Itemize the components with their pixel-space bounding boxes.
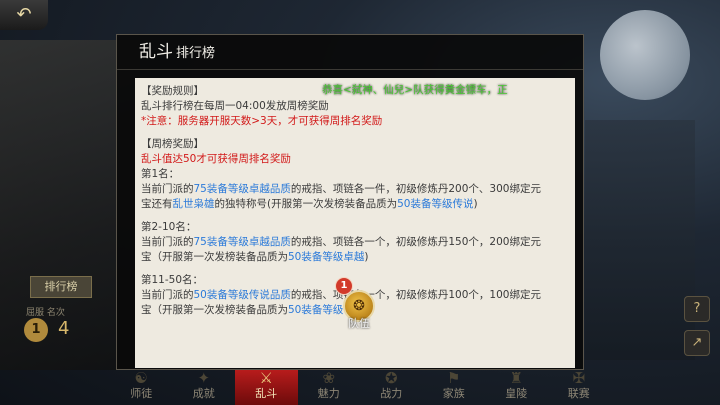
background-moon xyxy=(600,10,690,100)
rank1-line2: 宝还有乱世枭雄的独特称号(开服第一次发榜装备品质为50装备等级传说) xyxy=(141,198,478,210)
nav-tab-brawl[interactable]: ⚔ 乱斗 xyxy=(235,370,298,405)
rank-header: 屈服 名次 xyxy=(26,308,65,318)
dialog-header: 乱斗 排行榜 xyxy=(117,35,583,70)
dialog-subtitle: 排行榜 xyxy=(176,46,216,61)
clan-icon: ⚑ xyxy=(447,369,461,387)
rules-note: *注意：服务器开服天数>3天，才可获得周排名奖励 xyxy=(141,115,383,127)
rank1-title: 第1名： xyxy=(141,168,180,180)
team-notification-badge: 1 xyxy=(335,277,353,295)
share-button[interactable]: ↗ xyxy=(684,330,710,356)
bottom-nav: ☯ 师徒 ✦ 成就 ⚔ 乱斗 ❀ 魅力 ✪ 战力 ⚑ 家族 ♜ 皇陵 ✠ 联赛 xyxy=(110,370,610,405)
nav-tab-tomb[interactable]: ♜ 皇陵 xyxy=(485,370,548,405)
help-icon: ? xyxy=(693,301,701,316)
nav-tab-master[interactable]: ☯ 师徒 xyxy=(110,370,173,405)
master-icon: ☯ xyxy=(134,369,148,387)
weekly-requirement: 乱斗值达50才可获得周排名奖励 xyxy=(141,153,291,165)
weekly-section-heading: 【周榜奖励】 xyxy=(141,138,204,150)
nav-tab-achievement[interactable]: ✦ 成就 xyxy=(173,370,236,405)
broadcast-message: 恭喜<弑神、仙兒>队获得黄金镖车，正 xyxy=(322,84,508,96)
background-hero-figure xyxy=(585,120,695,360)
nav-tab-power[interactable]: ✪ 战力 xyxy=(360,370,423,405)
rank1-line1: 当前门派的75装备等级卓越品质的戒指、项链各一件，初级修炼丹200个、300绑定… xyxy=(141,183,541,195)
team-paw-icon: ❂ xyxy=(353,298,365,314)
power-icon: ✪ xyxy=(384,369,398,387)
nav-tab-league[interactable]: ✠ 联赛 xyxy=(548,370,611,405)
rank-medal-icon: 1 xyxy=(24,318,48,342)
rank3-title: 第11-50名： xyxy=(141,274,204,286)
rank2-line1: 当前门派的75装备等级卓越品质的戒指、项链各一个，初级修炼丹150个，200绑定… xyxy=(141,236,541,248)
team-label: 队伍 xyxy=(348,317,370,330)
back-button[interactable]: ↶ xyxy=(0,0,48,30)
tomb-icon: ♜ xyxy=(509,369,523,387)
brawl-icon: ⚔ xyxy=(259,369,273,387)
back-arrow-icon: ↶ xyxy=(16,4,32,25)
ranking-tab-button[interactable]: 排行榜 xyxy=(30,276,92,298)
rules-text: 乱斗排行榜在每周一04:00发放周榜奖励 xyxy=(141,100,329,112)
rank2-line2: 宝（开服第一次发榜装备品质为50装备等级卓越) xyxy=(141,251,369,263)
dialog-title: 乱斗 xyxy=(139,42,173,62)
charm-icon: ❀ xyxy=(322,369,336,387)
league-icon: ✠ xyxy=(572,369,586,387)
nav-tab-clan[interactable]: ⚑ 家族 xyxy=(423,370,486,405)
share-icon: ↗ xyxy=(691,335,703,350)
nav-tab-charm[interactable]: ❀ 魅力 xyxy=(298,370,361,405)
rank-value: 4 xyxy=(58,318,70,339)
achievement-icon: ✦ xyxy=(197,369,211,387)
help-button[interactable]: ? xyxy=(684,296,710,322)
rank2-title: 第2-10名： xyxy=(141,221,197,233)
